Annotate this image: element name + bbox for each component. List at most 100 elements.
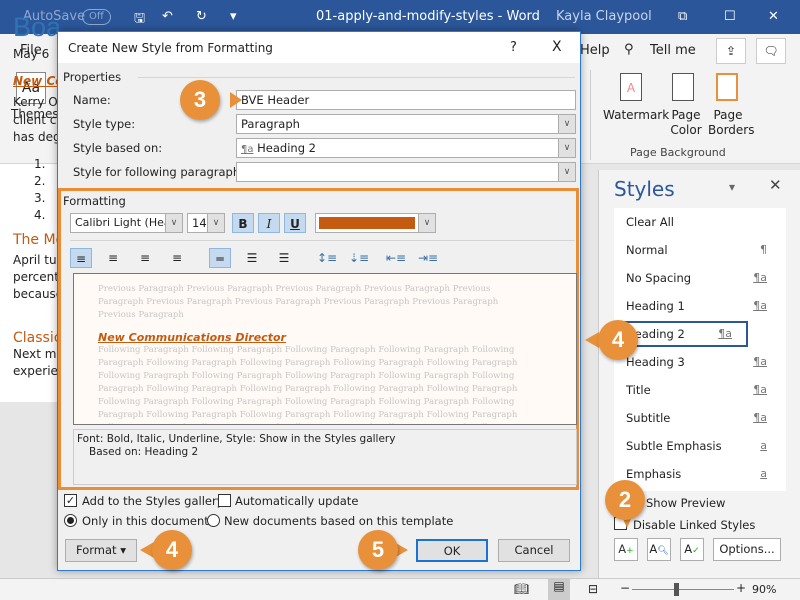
- style-item[interactable]: Clear All: [626, 215, 781, 229]
- name-input[interactable]: BVE Header: [236, 90, 576, 110]
- doc-line: April tur: [13, 253, 62, 267]
- underline-button[interactable]: U: [284, 213, 306, 233]
- qat-dropdown-icon[interactable]: ▾: [230, 9, 237, 24]
- increase-paragraph-spacing-icon[interactable]: ↕≡: [316, 248, 338, 268]
- close-dialog-button[interactable]: X: [552, 39, 562, 55]
- doc-heading-2: Classic: [13, 330, 62, 346]
- tell-me[interactable]: Tell me: [650, 43, 696, 58]
- page-borders-button[interactable]: Page Borders: [708, 108, 754, 138]
- style-item[interactable]: Heading 3 ¶a: [626, 355, 781, 369]
- group-page-background: Page Background: [630, 146, 726, 159]
- one-half-spacing-icon[interactable]: ☰: [241, 248, 263, 268]
- tab-help[interactable]: Help: [580, 43, 610, 58]
- watermark-button[interactable]: Watermark: [603, 108, 669, 122]
- add-to-gallery-checkbox[interactable]: ✓: [64, 494, 77, 507]
- doc-title: Boa: [13, 12, 62, 42]
- chevron-down-icon[interactable]: ∨: [207, 214, 224, 232]
- new-style-icon[interactable]: A+: [614, 538, 638, 561]
- status-bar: 📖︎ ▤ ⊟ − + 90%: [0, 578, 800, 600]
- following-select[interactable]: ∨: [236, 162, 576, 182]
- show-preview-label[interactable]: Show Preview: [646, 496, 725, 510]
- style-item-label: Heading 1: [626, 299, 685, 313]
- font-color-select[interactable]: ∨: [315, 213, 436, 233]
- chevron-down-icon[interactable]: ∨: [418, 214, 435, 232]
- cancel-button[interactable]: Cancel: [498, 539, 570, 562]
- web-layout-icon[interactable]: ⊟: [588, 582, 598, 596]
- chevron-down-icon[interactable]: ∨: [558, 115, 575, 133]
- comments-button[interactable]: 🗨: [756, 38, 786, 64]
- chevron-down-icon[interactable]: ∨: [558, 139, 575, 157]
- list-item: 2.: [34, 174, 46, 188]
- styles-list: Clear All Normal ¶ No Spacing ¶a Heading 1 ¶a H…: [614, 208, 786, 491]
- align-center-icon[interactable]: ≡: [102, 248, 124, 268]
- align-left-icon[interactable]: ≡: [70, 248, 92, 268]
- manage-styles-icon[interactable]: A✓: [680, 538, 704, 561]
- pane-options-icon[interactable]: ▾: [729, 180, 735, 194]
- read-mode-icon[interactable]: 📖︎: [514, 582, 529, 596]
- zoom-slider[interactable]: [632, 589, 734, 590]
- italic-button[interactable]: I: [258, 213, 280, 233]
- justify-icon[interactable]: ≡: [166, 248, 188, 268]
- maximize-icon[interactable]: ☐: [724, 9, 736, 24]
- only-document-label[interactable]: Only in this document: [82, 514, 209, 528]
- chevron-down-icon[interactable]: ∨: [558, 163, 575, 181]
- zoom-level[interactable]: 90%: [752, 583, 776, 596]
- help-button[interactable]: ?: [510, 40, 517, 55]
- ribbon-display-icon[interactable]: ⧉: [678, 9, 687, 24]
- style-preview: Previous Paragraph Previous Paragraph Pr…: [73, 273, 577, 425]
- decrease-indent-icon[interactable]: ⇤≡: [385, 248, 407, 268]
- new-documents-label[interactable]: New documents based on this template: [224, 514, 453, 528]
- style-item[interactable]: Normal ¶: [626, 243, 781, 257]
- align-right-icon[interactable]: ≡: [134, 248, 156, 268]
- watermark-icon[interactable]: A: [620, 73, 642, 101]
- auto-update-label[interactable]: Automatically update: [235, 494, 358, 508]
- bold-button[interactable]: B: [232, 213, 254, 233]
- new-documents-radio[interactable]: [207, 514, 220, 527]
- step-callout: 4: [598, 320, 638, 360]
- autosave-toggle[interactable]: Off: [82, 9, 111, 25]
- zoom-slider-thumb[interactable]: [674, 583, 679, 596]
- user-name[interactable]: Kayla Claypool: [556, 9, 652, 24]
- format-button[interactable]: Format ▾: [65, 539, 137, 562]
- ok-button[interactable]: OK: [416, 539, 488, 562]
- increase-indent-icon[interactable]: ⇥≡: [417, 248, 439, 268]
- decrease-paragraph-spacing-icon[interactable]: ⇣≡: [348, 248, 370, 268]
- page-color-button[interactable]: Page Color: [666, 108, 706, 138]
- style-item[interactable]: Title ¶a: [626, 383, 781, 397]
- style-item[interactable]: Heading 1 ¶a: [626, 299, 781, 313]
- options-button[interactable]: Options...: [713, 538, 781, 561]
- print-layout-icon[interactable]: ▤: [548, 579, 570, 600]
- save-icon[interactable]: 🖫: [134, 9, 145, 31]
- style-type-icon: a: [760, 467, 767, 480]
- style-item-label: Subtle Emphasis: [626, 439, 722, 453]
- zoom-out-icon[interactable]: −: [620, 581, 630, 595]
- zoom-in-icon[interactable]: +: [736, 581, 746, 595]
- share-button[interactable]: ⇪: [716, 38, 746, 64]
- style-type-icon: a: [760, 439, 767, 452]
- double-spacing-icon[interactable]: ☰: [273, 248, 295, 268]
- preview-sample: New Communications Director: [98, 331, 286, 344]
- style-item[interactable]: Emphasis a: [626, 467, 781, 481]
- style-type-select[interactable]: Paragraph ∨: [236, 114, 576, 134]
- styles-pane-title: Styles: [614, 177, 675, 201]
- disable-linked-label[interactable]: Disable Linked Styles: [633, 518, 755, 532]
- style-item[interactable]: No Spacing ¶a: [626, 271, 781, 285]
- auto-update-checkbox[interactable]: [218, 494, 231, 507]
- redo-icon[interactable]: ↻: [196, 9, 207, 24]
- style-item[interactable]: Subtitle ¶a: [626, 411, 781, 425]
- single-spacing-icon[interactable]: ═: [209, 248, 231, 268]
- page-color-icon[interactable]: [672, 73, 694, 101]
- chevron-down-icon[interactable]: ∨: [165, 214, 182, 232]
- page-borders-icon[interactable]: [716, 73, 738, 101]
- size-select[interactable]: 14 ∨: [187, 213, 225, 233]
- undo-icon[interactable]: ↶: [162, 9, 173, 24]
- font-select[interactable]: Calibri Light (Head ∨: [70, 213, 183, 233]
- only-document-radio[interactable]: [64, 514, 77, 527]
- style-item[interactable]: Subtle Emphasis a: [626, 439, 781, 453]
- close-window-icon[interactable]: ✕: [768, 9, 779, 24]
- close-pane-icon[interactable]: ✕: [769, 176, 782, 194]
- doc-line: because: [13, 287, 64, 301]
- add-to-gallery-label[interactable]: Add to the Styles gallery: [82, 494, 224, 508]
- based-on-select[interactable]: ¶a Heading 2 ∨: [236, 138, 576, 158]
- style-inspector-icon[interactable]: A🔍︎: [647, 538, 671, 561]
